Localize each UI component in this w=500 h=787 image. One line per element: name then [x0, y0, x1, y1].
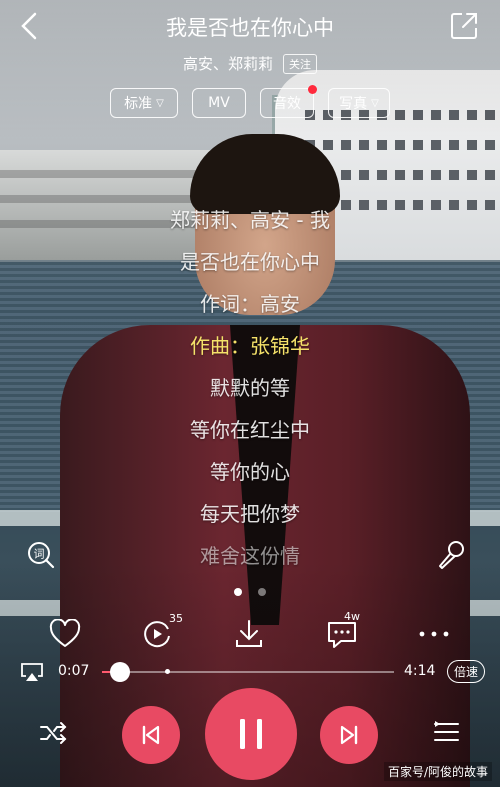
more-button[interactable]	[414, 614, 454, 654]
shuffle-icon	[40, 722, 67, 744]
lyrics-search-icon: 词	[28, 542, 55, 569]
airplay-icon	[21, 663, 43, 681]
sound-effect-button[interactable]: 音效	[260, 85, 317, 118]
action-row: 35 4w	[0, 610, 500, 654]
current-time: 0:07	[58, 663, 90, 679]
artist-names[interactable]: 高安、郑莉莉	[183, 53, 273, 74]
chevron-down-icon: ▽	[371, 97, 379, 109]
quality-select[interactable]: 标准 ▽	[110, 88, 178, 118]
karaoke-button[interactable]	[434, 538, 468, 572]
seek-bar[interactable]	[102, 662, 394, 682]
notification-dot	[308, 85, 317, 94]
more-icon	[419, 631, 449, 637]
lyrics-panel[interactable]: 郑莉莉、高安 - 我 是否也在你心中 作词：高安 作曲：张锦华 默默的等 等你在…	[0, 205, 500, 583]
lyric-line: 等你的心	[210, 460, 290, 484]
skip-previous-icon	[142, 725, 160, 745]
skip-next-icon	[340, 725, 358, 745]
back-button[interactable]	[12, 8, 48, 44]
svg-text:词: 词	[34, 548, 45, 561]
comments-button[interactable]: 4w	[322, 610, 362, 654]
cast-button[interactable]	[20, 662, 44, 682]
lyric-line: 郑莉莉、高安 - 我	[170, 208, 330, 232]
chevron-down-icon: ▽	[156, 97, 164, 109]
lyrics-poster-button[interactable]: 词	[26, 540, 56, 570]
song-title: 我是否也在你心中	[166, 16, 334, 40]
lyric-line: 难舍这份情	[200, 544, 300, 568]
comment-count: 4w	[344, 610, 360, 623]
like-button[interactable]	[45, 614, 85, 654]
top-bar: 我是否也在你心中	[0, 0, 500, 52]
progress-row: 0:07 4:14 倍速	[0, 660, 500, 684]
previous-button[interactable]	[122, 706, 180, 764]
mv-label: MV	[208, 95, 230, 111]
buffer-marker	[165, 669, 170, 674]
lyric-line: 每天把你梦	[200, 502, 300, 526]
pause-icon	[240, 719, 262, 749]
follow-button[interactable]: 关注	[283, 53, 317, 74]
sound-effect-label: 音效	[273, 96, 301, 112]
loop-button[interactable]: 35	[137, 612, 183, 654]
share-button[interactable]	[448, 10, 480, 42]
playback-speed-button[interactable]: 倍速	[447, 660, 486, 683]
mv-button[interactable]: MV	[192, 88, 246, 118]
shuffle-button[interactable]	[38, 718, 68, 748]
artist-row: 高安、郑莉莉 关注	[0, 53, 500, 74]
heart-icon	[49, 619, 81, 647]
chevron-left-icon	[21, 12, 37, 40]
portrait-select[interactable]: 写真 ▽	[328, 88, 390, 118]
lyric-line: 默默的等	[210, 376, 290, 400]
lyric-line: 作词：高安	[200, 292, 300, 316]
lyric-line-current: 作曲：张锦华	[190, 334, 310, 358]
pause-button[interactable]	[205, 688, 297, 780]
option-chips: 标准 ▽ MV 音效 写真 ▽	[0, 85, 500, 118]
next-button[interactable]	[320, 706, 378, 764]
watermark: 百家号/阿俊的故事	[383, 762, 492, 781]
total-time: 4:14	[404, 663, 436, 679]
share-icon	[451, 13, 477, 39]
lyric-line: 是否也在你心中	[180, 250, 320, 274]
portrait-label: 写真	[339, 96, 368, 112]
playlist-icon	[434, 721, 459, 741]
page-dot-active	[234, 588, 242, 596]
playlist-button[interactable]	[432, 718, 462, 748]
download-icon	[236, 620, 262, 647]
microphone-icon	[439, 541, 464, 569]
page-indicator	[0, 588, 500, 596]
quality-label: 标准	[124, 96, 153, 112]
lyric-line: 等你在红尘中	[190, 418, 310, 442]
page-dot	[258, 588, 266, 596]
seek-handle[interactable]	[110, 662, 130, 682]
download-button[interactable]	[229, 614, 269, 654]
loop-count: 35	[169, 612, 183, 625]
